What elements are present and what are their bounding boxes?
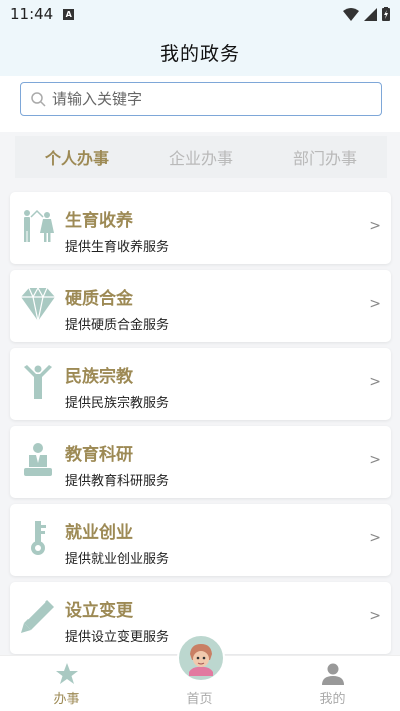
notification-a-icon: A [63,8,75,20]
chevron-right-icon: > [369,296,381,312]
service-card-cemented-carbide[interactable]: 硬质合金 提供硬质合金服务 > [10,270,391,342]
tab-enterprise[interactable]: 企业办事 [139,145,263,169]
service-title: 就业创业 [65,523,133,543]
service-card-ethnic-religion[interactable]: 民族宗教 提供民族宗教服务 > [10,348,391,420]
service-card-birth-adoption[interactable]: 生育收养 提供生育收养服务 > [10,192,391,264]
service-subtitle: 提供生育收养服务 [65,240,170,255]
app-header: 我的政务 [0,28,400,76]
signal-icon [364,7,377,21]
page-title: 我的政务 [159,42,240,65]
service-title: 设立变更 [65,601,133,621]
tabbar-item-affairs[interactable]: 办事 [0,656,133,711]
service-title: 硬质合金 [65,289,133,309]
status-time: 11:44 [10,5,54,23]
service-title: 教育科研 [65,445,133,465]
service-card-employment[interactable]: 就业创业 提供就业创业服务 > [10,504,391,576]
service-subtitle: 提供民族宗教服务 [65,396,170,411]
category-tabs: 个人办事 企业办事 部门办事 [15,136,387,178]
tab-department[interactable]: 部门办事 [263,145,387,169]
chevron-right-icon: > [369,608,381,624]
search-icon [31,91,46,107]
chevron-right-icon: > [369,452,381,468]
service-subtitle: 提供就业创业服务 [65,552,170,567]
diamond-icon [18,284,58,324]
tabbar-label: 首页 [186,692,213,707]
service-subtitle: 提供设立变更服务 [65,630,170,645]
chevron-right-icon: > [369,218,381,234]
battery-icon [382,7,390,21]
user-icon [321,663,344,685]
tabbar-label: 办事 [53,692,80,707]
search-area [0,76,400,132]
service-title: 民族宗教 [65,367,133,387]
tabbar-label: 我的 [319,692,346,707]
star-icon [55,663,78,684]
tabbar-item-mine[interactable]: 我的 [266,656,399,711]
service-subtitle: 提供教育科研服务 [65,474,170,489]
tab-personal[interactable]: 个人办事 [15,145,139,169]
service-title: 生育收养 [65,211,133,231]
family-icon [18,206,58,246]
wifi-icon [343,7,359,21]
status-bar: 11:44 A [0,0,400,28]
person-arms-up-icon [18,362,58,402]
pencil-icon [18,596,58,636]
service-card-education-research[interactable]: 教育科研 提供教育科研服务 > [10,426,391,498]
service-subtitle: 提供硬质合金服务 [65,318,170,333]
chevron-right-icon: > [369,530,381,546]
teacher-icon [18,440,58,480]
search-box[interactable] [20,82,382,116]
search-input[interactable] [52,90,352,108]
home-avatar-icon[interactable] [177,634,225,682]
key-icon [18,518,58,558]
status-icons [343,7,390,21]
chevron-right-icon: > [369,374,381,390]
